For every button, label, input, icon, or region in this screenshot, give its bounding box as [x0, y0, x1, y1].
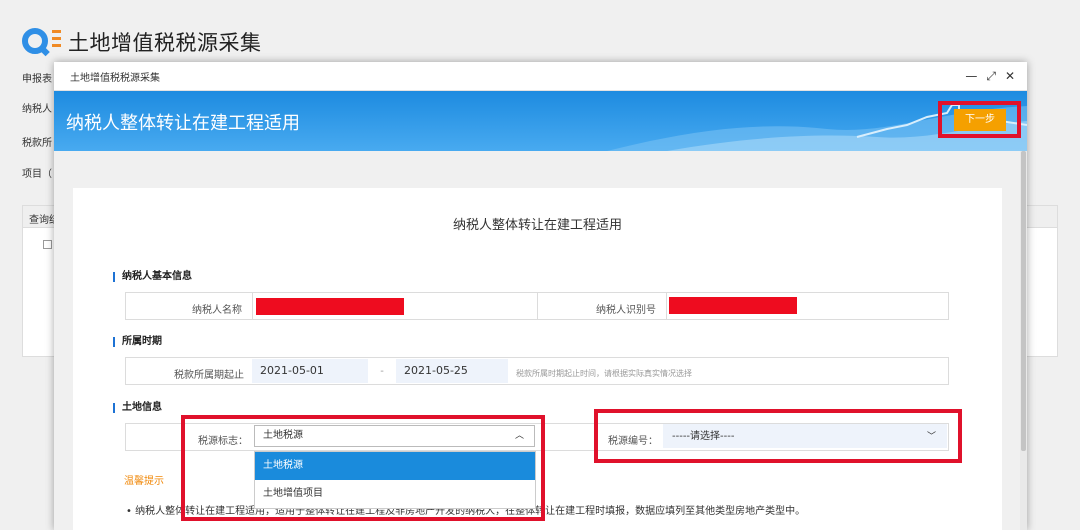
search-list-icon: [22, 26, 61, 58]
bg-label-taxpayer: 纳税人: [22, 104, 52, 115]
taxpayer-name-label: 纳税人名称: [192, 305, 242, 316]
page-header: 土地增值税税源采集: [22, 26, 262, 58]
dialog-scrollbar[interactable]: [1020, 151, 1027, 530]
bg-label-project: 项目（: [22, 169, 52, 180]
tips-title: 温馨提示: [124, 476, 164, 487]
period-hint: 税款所属时期起止时间，请根据实际真实情况选择: [516, 369, 692, 378]
banner-title: 纳税人整体转让在建工程适用: [66, 113, 300, 134]
period-start-input[interactable]: 2021-05-01: [252, 359, 368, 383]
taxpayer-name-redacted: [256, 298, 404, 315]
highlight-box-source-flag: [181, 415, 545, 521]
period-row: 税款所属期起止 2021-05-01 - 2021-05-25 税款所属时期起止…: [125, 357, 949, 385]
form-title: 纳税人整体转让在建工程适用: [452, 218, 622, 233]
maximize-icon[interactable]: ⤢: [986, 69, 996, 84]
basic-info-row: 纳税人名称 纳税人识别号: [125, 292, 949, 320]
section-basic-info: 纳税人基本信息: [113, 272, 192, 282]
period-end-input[interactable]: 2021-05-25: [396, 359, 508, 383]
close-icon[interactable]: ✕: [1005, 69, 1015, 84]
dialog-banner: 纳税人整体转让在建工程适用 下一步: [54, 91, 1027, 151]
highlight-box-source-number: [594, 409, 962, 463]
minimize-icon[interactable]: —: [965, 69, 977, 84]
period-separator: -: [380, 366, 384, 377]
select-all-checkbox[interactable]: [43, 240, 52, 249]
period-label: 税款所属期起止: [174, 370, 244, 381]
next-step-button[interactable]: 下一步: [954, 109, 1006, 131]
section-period: 所属时期: [113, 337, 162, 347]
bg-label-period: 税款所: [22, 138, 52, 149]
bg-label-form: 申报表: [22, 74, 52, 85]
taxpayer-id-label: 纳税人识别号: [596, 305, 656, 316]
section-land-info: 土地信息: [113, 403, 162, 413]
dialog-titlebar: 土地增值税税源采集 — ⤢ ✕: [54, 62, 1027, 91]
dialog-title: 土地增值税税源采集: [70, 72, 160, 84]
page-title: 土地增值税税源采集: [68, 31, 262, 55]
taxpayer-id-redacted: [669, 297, 797, 314]
